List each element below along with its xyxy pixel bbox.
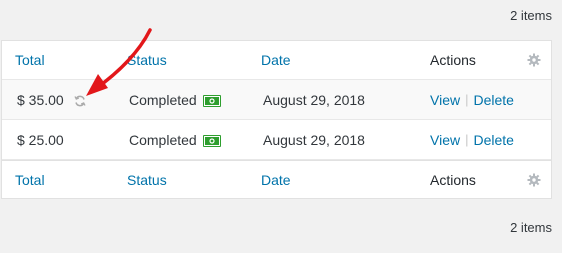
gear-icon[interactable] bbox=[527, 53, 541, 67]
column-header-actions: Actions bbox=[430, 52, 476, 68]
column-header-date[interactable]: Date bbox=[261, 52, 291, 68]
item-count-bottom: 2 items bbox=[510, 220, 552, 235]
table-row: $ 35.00 Completed August 29, 2018 View |… bbox=[2, 80, 551, 120]
column-footer-total[interactable]: Total bbox=[15, 172, 45, 188]
refresh-icon bbox=[74, 94, 86, 106]
table-header-row: Total Status Date Actions bbox=[2, 41, 551, 80]
column-footer-date[interactable]: Date bbox=[261, 172, 291, 188]
action-separator: | bbox=[465, 132, 469, 147]
table-footer-row: Total Status Date Actions bbox=[2, 160, 551, 198]
row-date: August 29, 2018 bbox=[263, 131, 365, 148]
delete-link[interactable]: Delete bbox=[473, 92, 513, 108]
row-total: $ 35.00 bbox=[17, 91, 64, 108]
column-footer-status[interactable]: Status bbox=[127, 172, 167, 188]
gear-icon[interactable] bbox=[527, 173, 541, 187]
column-footer-actions: Actions bbox=[430, 171, 476, 188]
delete-link[interactable]: Delete bbox=[473, 132, 513, 148]
money-icon bbox=[202, 134, 221, 147]
column-header-status[interactable]: Status bbox=[127, 52, 167, 68]
view-link[interactable]: View bbox=[430, 132, 460, 148]
money-icon bbox=[202, 94, 221, 107]
payments-table: Total Status Date Actions $ 35.00 Comple… bbox=[1, 40, 552, 199]
table-row: $ 25.00 Completed August 29, 2018 View |… bbox=[2, 120, 551, 160]
row-status: Completed bbox=[129, 91, 197, 108]
item-count-top: 2 items bbox=[510, 8, 552, 23]
column-header-total[interactable]: Total bbox=[15, 52, 45, 68]
row-date: August 29, 2018 bbox=[263, 91, 365, 108]
row-status: Completed bbox=[129, 131, 197, 148]
action-separator: | bbox=[465, 92, 469, 107]
view-link[interactable]: View bbox=[430, 92, 460, 108]
row-total: $ 25.00 bbox=[17, 131, 64, 148]
